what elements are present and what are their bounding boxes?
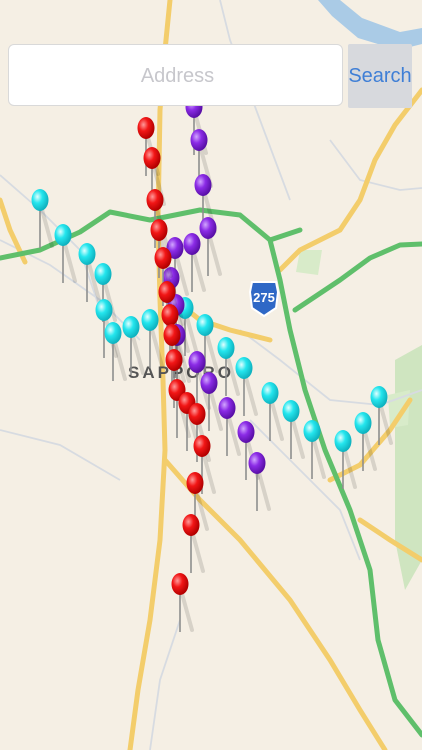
pin-head — [354, 412, 372, 434]
map-view[interactable]: 275 SAPPORO — [0, 0, 422, 750]
pin-head — [104, 322, 122, 344]
pin-head — [235, 357, 253, 379]
pin-head — [199, 217, 217, 239]
pin-head — [141, 309, 159, 331]
pin-head — [146, 189, 164, 211]
park-area — [296, 250, 322, 275]
pin-head — [248, 452, 266, 474]
address-input[interactable] — [9, 45, 346, 107]
pin-head — [196, 314, 214, 336]
pin-head — [143, 147, 161, 169]
pin-head — [334, 430, 352, 452]
pin-head — [200, 372, 218, 394]
pin-head — [78, 243, 96, 265]
pin-head — [31, 189, 49, 211]
svg-text:275: 275 — [253, 290, 275, 305]
pin-head — [150, 219, 168, 241]
pin-head — [237, 421, 255, 443]
pin-head — [94, 263, 112, 285]
pin-head — [122, 316, 140, 338]
pin-head — [137, 117, 155, 139]
pin-head — [188, 403, 206, 425]
pin-head — [95, 299, 113, 321]
pin-head — [193, 435, 211, 457]
pin-head — [188, 351, 206, 373]
pin-head — [186, 472, 204, 494]
pin-head — [261, 382, 279, 404]
pin-head — [154, 247, 172, 269]
pin-head — [190, 129, 208, 151]
pin-head — [194, 174, 212, 196]
pin-head — [163, 324, 181, 346]
pin-head — [183, 233, 201, 255]
pin-head — [370, 386, 388, 408]
pin-head — [171, 573, 189, 595]
pin-head — [218, 397, 236, 419]
pin-head — [182, 514, 200, 536]
address-search-bar — [8, 44, 346, 107]
search-button[interactable]: Search — [348, 44, 412, 108]
pin-head — [165, 349, 183, 371]
pin-head — [161, 304, 179, 326]
pin-head — [158, 281, 176, 303]
pin-head — [303, 420, 321, 442]
pin-head — [217, 337, 235, 359]
pin-head — [282, 400, 300, 422]
pin-head — [54, 224, 72, 246]
